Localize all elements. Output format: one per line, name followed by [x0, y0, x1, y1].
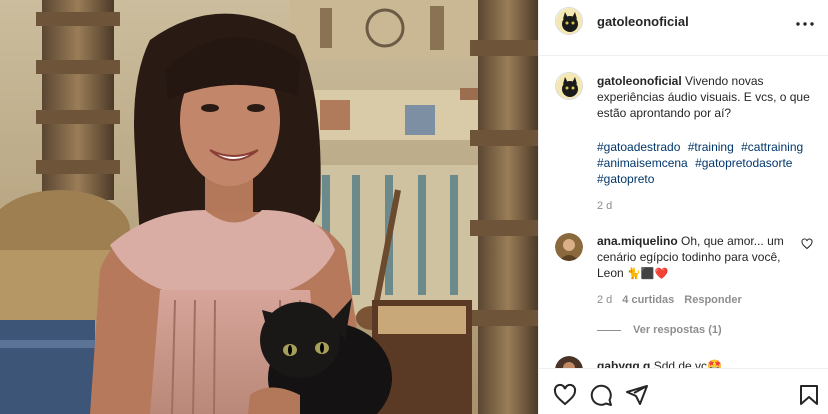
- comment-meta: 2 d 4 curtidas Responder: [597, 294, 742, 306]
- cat-avatar-icon: [556, 73, 582, 99]
- view-replies-label: Ver respostas (1): [633, 324, 722, 336]
- post-caption: gatoleonoficial Vivendo novas experiênci…: [597, 73, 821, 121]
- post-actions-bar: [539, 368, 828, 414]
- comment-body: ana.miquelino Oh, que amor... um cenário…: [597, 233, 797, 282]
- hashtag-link[interactable]: #gatopretodasorte: [695, 156, 792, 170]
- comment-username[interactable]: ana.miquelino: [597, 234, 678, 248]
- hashtag-link[interactable]: #gatoadestrado: [597, 140, 680, 154]
- post-photo[interactable]: [0, 0, 538, 414]
- heart-icon[interactable]: [553, 383, 577, 407]
- caption-timestamp[interactable]: 2 d: [597, 200, 612, 212]
- hashtag-link[interactable]: #training: [688, 140, 734, 154]
- view-replies-button[interactable]: Ver respostas (1): [597, 324, 722, 336]
- post-header: gatoleonoficial: [539, 0, 828, 56]
- comment-likes[interactable]: 4 curtidas: [622, 294, 674, 306]
- author-username[interactable]: gatoleonoficial: [597, 14, 689, 29]
- comment-icon[interactable]: [589, 383, 613, 407]
- commenter-avatar[interactable]: [555, 233, 583, 261]
- more-options-icon[interactable]: [793, 12, 817, 36]
- cat-avatar-icon: [556, 8, 582, 34]
- post-side-panel: gatoleonoficial gatoleonoficial Vivendo …: [538, 0, 828, 414]
- share-icon[interactable]: [625, 383, 649, 407]
- author-avatar[interactable]: [555, 7, 583, 35]
- person-avatar-icon: [555, 233, 583, 261]
- hashtag-link[interactable]: #cattraining: [741, 140, 803, 154]
- bookmark-icon[interactable]: [797, 383, 821, 407]
- heart-icon[interactable]: [801, 238, 813, 250]
- replies-divider: [597, 329, 621, 331]
- reply-button[interactable]: Responder: [684, 294, 741, 306]
- hashtag-link[interactable]: #animaisemcena: [597, 156, 688, 170]
- comment-emojis: 🐈⬛❤️: [627, 268, 669, 280]
- caption-author-avatar[interactable]: [555, 72, 583, 100]
- post-photo-art: [0, 0, 538, 414]
- caption-username[interactable]: gatoleonoficial: [597, 74, 682, 88]
- hashtag-link[interactable]: #gatopreto: [597, 172, 654, 186]
- comment-timestamp[interactable]: 2 d: [597, 294, 612, 306]
- caption-hashtags: #gatoadestrado #training #cattraining #a…: [597, 139, 821, 187]
